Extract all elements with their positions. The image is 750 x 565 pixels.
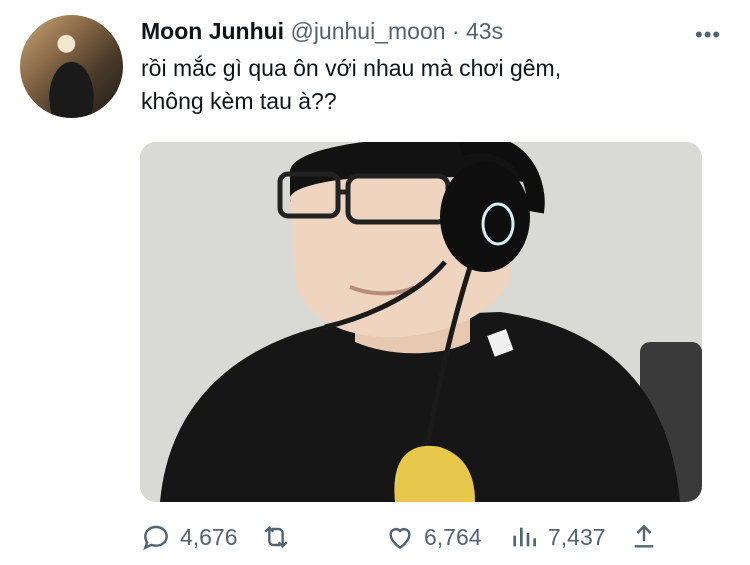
retweet-icon (264, 525, 288, 549)
tweet-actions: 4,676 6,764 7,437 (140, 517, 700, 557)
views-count: 7,437 (548, 523, 606, 550)
tweet-text-line-2: không kèm tau à?? (141, 88, 337, 114)
tweet-media-image[interactable] (140, 142, 702, 502)
reply-button[interactable]: 4,676 (140, 517, 238, 557)
reply-count: 4,676 (180, 523, 238, 550)
avatar[interactable] (20, 15, 123, 118)
tweet-header: Moon Junhui @junhui_moon · 43s (141, 18, 503, 45)
tweet-text: rồi mắc gì qua ôn với nhau mà chơi gêm, … (141, 52, 701, 118)
display-name[interactable]: Moon Junhui (141, 18, 284, 44)
like-button[interactable]: 6,764 (384, 517, 482, 557)
timestamp[interactable]: 43s (466, 18, 503, 44)
tweet-text-line-1: rồi mắc gì qua ôn với nhau mà chơi gêm, (141, 55, 562, 81)
heart-icon (389, 528, 411, 550)
photo-illustration (140, 142, 702, 502)
views-icon (513, 527, 536, 547)
views-button[interactable]: 7,437 (508, 517, 606, 557)
more-icon[interactable]: ••• (695, 22, 721, 48)
user-handle[interactable]: @junhui_moon (290, 18, 445, 44)
separator-dot: · (451, 18, 460, 44)
retweet-button[interactable] (260, 517, 300, 557)
share-button[interactable] (628, 517, 660, 557)
share-icon (634, 524, 654, 548)
reply-icon (143, 525, 168, 550)
like-count: 6,764 (424, 523, 482, 550)
